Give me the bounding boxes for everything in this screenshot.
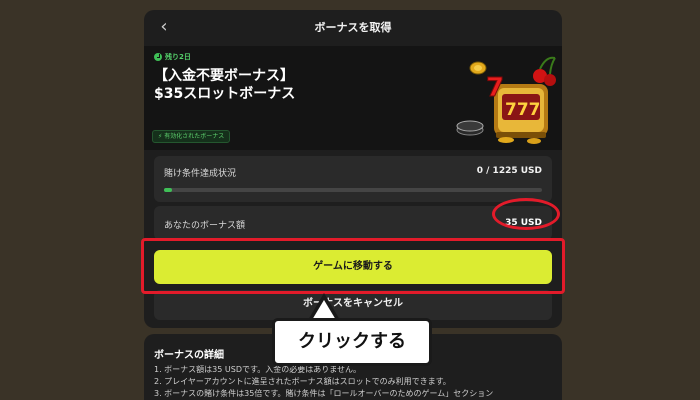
page-title: ボーナスを取得 — [314, 21, 392, 34]
bonus-card: 残り2日 【入金不要ボーナス】 $35スロットボーナス ⚡ 有効化されたボーナス… — [144, 46, 562, 150]
clock-icon — [154, 53, 162, 61]
callout-arrow-fill — [312, 300, 336, 320]
bonus-amount-label: あなたのボーナス額 — [164, 221, 246, 231]
bonus-title: 【入金不要ボーナス】 $35スロットボーナス — [154, 67, 295, 103]
click-callout: クリックする — [272, 318, 432, 366]
panel-header: ‹ ボーナスを取得 — [144, 10, 562, 46]
svg-text:777: 777 — [505, 100, 541, 120]
cancel-bonus-button[interactable]: ボーナスをキャンセル — [154, 290, 552, 320]
bolt-icon: ⚡ — [158, 133, 163, 140]
wagering-value: 0 / 1225 USD — [476, 166, 542, 176]
time-left-text: 残り2日 — [165, 53, 191, 61]
slot-machine-illustration: 777 7 — [456, 56, 556, 144]
status-badge: ⚡ 有効化されたボーナス — [152, 130, 231, 143]
list-item: 2. プレイヤーアカウントに進呈されたボーナス額はスロットでのみ利用できます。 — [154, 377, 451, 386]
status-badge-text: 有効化されたボーナス — [164, 133, 225, 140]
wagering-progress-section: 賭け条件達成状況 0 / 1225 USD — [154, 156, 552, 202]
wagering-progress-fill — [164, 188, 172, 192]
list-item: 3. ボーナスの賭け条件は35倍です。賭け条件は「ロールオーバーのためのゲーム」… — [154, 389, 494, 398]
wagering-progress-bar — [164, 188, 542, 192]
wagering-label: 賭け条件達成状況 — [164, 169, 237, 179]
amount-highlight-circle — [492, 198, 560, 230]
time-left-badge: 残り2日 — [154, 52, 191, 62]
bonus-title-line2: $35スロットボーナス — [154, 86, 296, 102]
svg-text:7: 7 — [486, 73, 504, 103]
bonus-details-list: 1. ボーナス額は35 USDです。入金の必要はありません。 2. プレイヤーア… — [154, 364, 558, 400]
bonus-title-line1: 【入金不要ボーナス】 — [154, 68, 294, 84]
bonus-details-title: ボーナスの詳細 — [154, 350, 224, 361]
go-button-highlight-box — [141, 238, 565, 294]
